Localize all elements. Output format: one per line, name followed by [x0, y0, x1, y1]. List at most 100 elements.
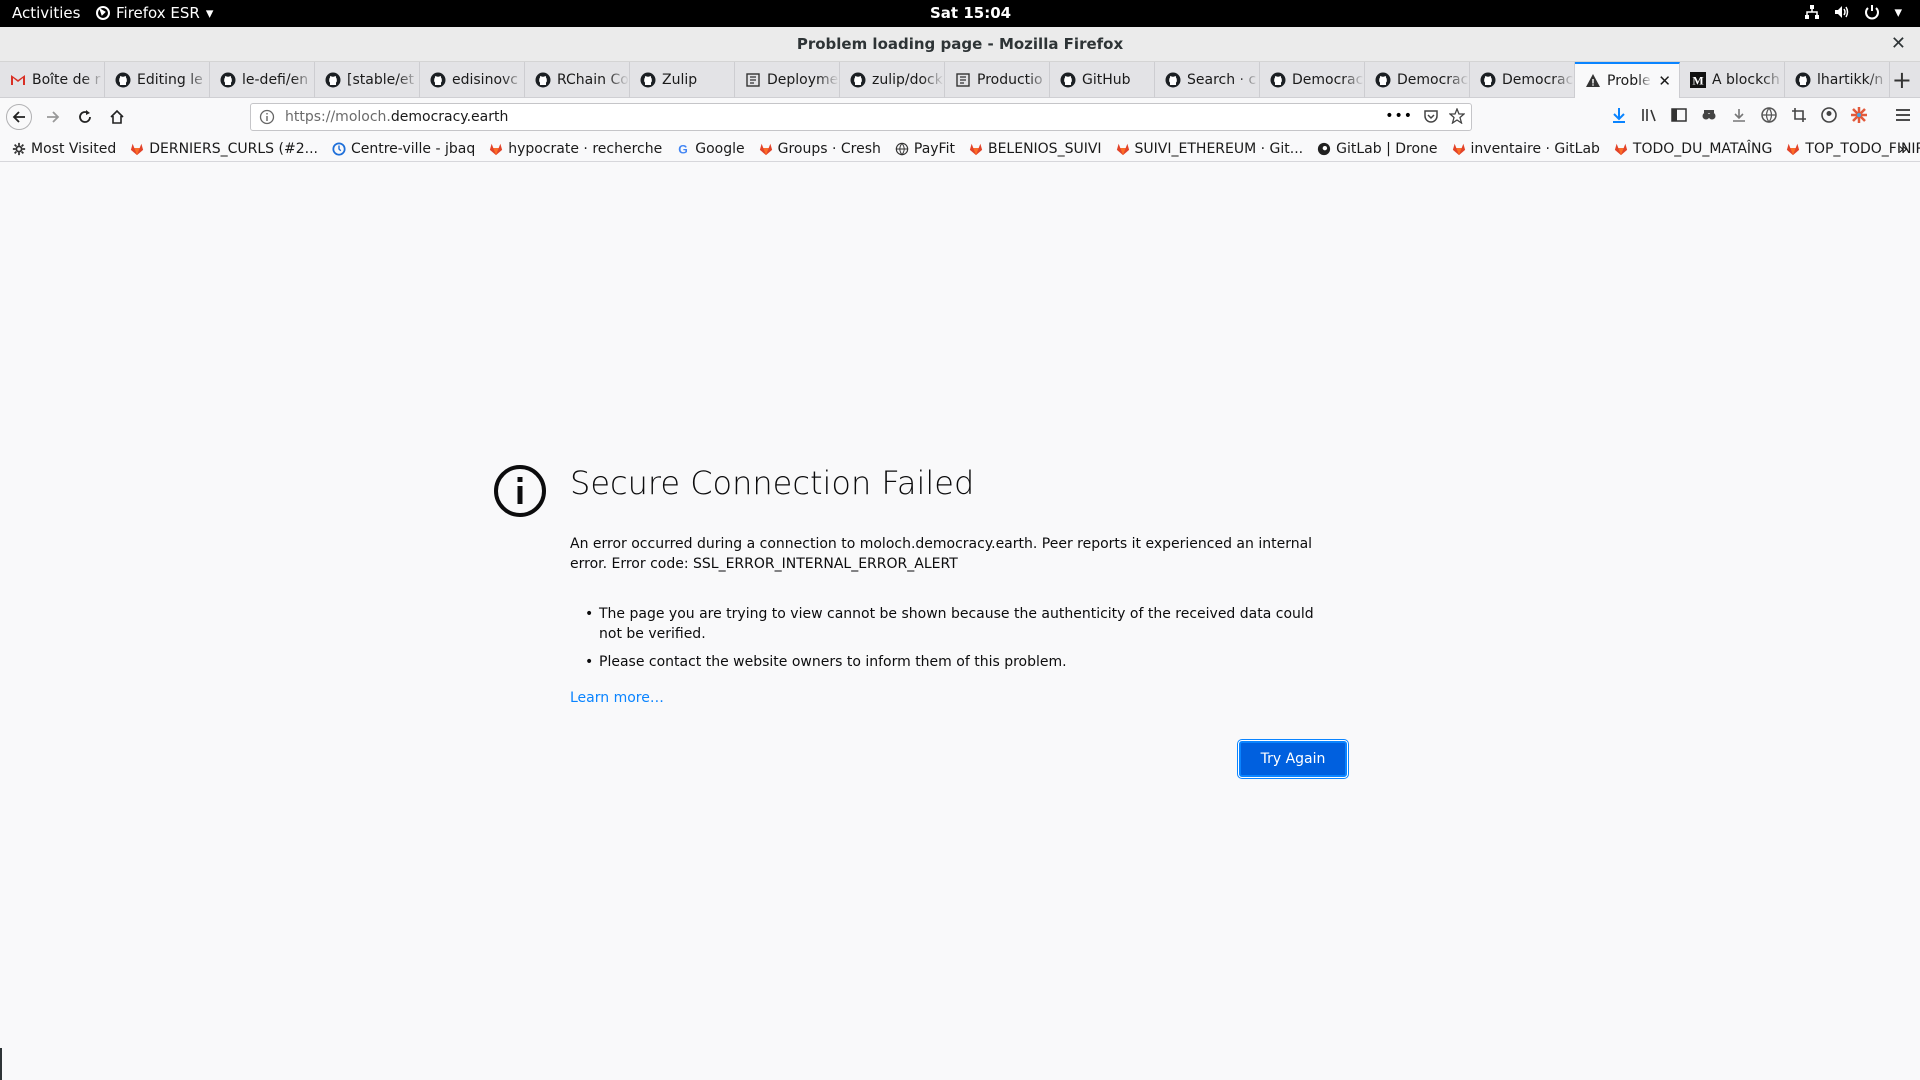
tab[interactable]: Deployme — [735, 62, 840, 98]
tab[interactable]: Democrac — [1365, 62, 1470, 98]
github-icon — [850, 72, 866, 88]
tab[interactable]: [stable/et — [315, 62, 420, 98]
app-menu-label: Firefox ESR — [116, 4, 200, 22]
error-page: Secure Connection Failed An error occurr… — [0, 162, 1920, 1080]
home-button[interactable] — [104, 104, 130, 130]
forward-button[interactable] — [40, 104, 66, 130]
clock[interactable]: Sat 15:04 — [930, 4, 1011, 22]
github-icon — [640, 72, 656, 88]
bookmark-item[interactable]: Most Visited — [12, 141, 116, 157]
bookmark-item[interactable]: TODO_DU_MATAÎNG — [1614, 141, 1772, 157]
chevron-down-icon: ▾ — [205, 4, 214, 22]
bookmark-item[interactable]: G Google — [676, 141, 744, 157]
hamburger-menu-icon[interactable] — [1894, 106, 1912, 124]
bookmark-label: DERNIERS_CURLS (#2... — [149, 140, 318, 157]
sidebar-icon[interactable] — [1670, 106, 1688, 124]
tab[interactable]: Zulip — [630, 62, 735, 98]
downloads-icon[interactable] — [1730, 106, 1748, 124]
github-icon — [1060, 72, 1076, 88]
arrow-right-icon — [47, 111, 60, 123]
tab[interactable]: Editing le — [105, 62, 210, 98]
github-icon — [1480, 72, 1496, 88]
new-tab-button[interactable]: + — [1892, 66, 1912, 94]
error-description: An error occurred during a connection to… — [570, 536, 1313, 572]
tab-label: Democrac — [1292, 72, 1364, 88]
tab[interactable]: Productio — [945, 62, 1050, 98]
learn-more-link[interactable]: Learn more… — [570, 690, 664, 706]
bookmark-item[interactable]: Groups · Cresh — [759, 141, 881, 157]
tab[interactable]: le-defi/en — [210, 62, 315, 98]
activities-button[interactable]: Activities — [12, 4, 80, 22]
url-bar[interactable]: https://moloch. democracy.earth ••• — [250, 103, 1472, 131]
tab[interactable]: Democrac — [1260, 62, 1365, 98]
tab-label: A blockch — [1712, 72, 1780, 88]
globe-icon — [895, 142, 909, 156]
reload-button[interactable] — [72, 104, 98, 130]
tab[interactable]: Boîte de r — [0, 62, 105, 98]
download-arrow-icon[interactable] — [1610, 106, 1628, 124]
extension-puzzle-icon[interactable] — [1850, 106, 1868, 124]
window-corner-edge — [0, 1048, 2, 1080]
site-info-icon[interactable] — [259, 109, 275, 125]
page-actions-icon[interactable]: ••• — [1385, 108, 1413, 124]
try-again-button[interactable]: Try Again — [1238, 740, 1348, 778]
warning-icon — [1585, 73, 1601, 89]
account-icon[interactable] — [1820, 106, 1838, 124]
tab[interactable]: Search · c — [1155, 62, 1260, 98]
tab[interactable]: edisinovc — [420, 62, 525, 98]
bookmark-item[interactable]: GitLab | Drone — [1317, 141, 1438, 157]
pocket-icon[interactable] — [1423, 108, 1439, 124]
tab[interactable]: lhartikk/n — [1785, 62, 1890, 98]
bookmarks-toolbar: Most Visited DERNIERS_CURLS (#2... Centre-… — [0, 136, 1920, 162]
window-close-button[interactable]: ✕ — [1891, 33, 1906, 54]
extension-globe-icon[interactable] — [1760, 106, 1778, 124]
github-icon — [115, 72, 131, 88]
error-details-list: The page you are trying to view cannot b… — [585, 604, 1325, 680]
tab-label: Democrac — [1502, 72, 1574, 88]
bookmark-item[interactable]: DERNIERS_CURLS (#2... — [130, 141, 318, 157]
tab[interactable]: RChain Co — [525, 62, 630, 98]
bookmark-item[interactable]: BELENIOS_SUIVI — [969, 141, 1102, 157]
gitlab-icon — [489, 142, 503, 156]
bookmark-item[interactable]: SUIVI_ETHEREUM · Git... — [1116, 140, 1304, 157]
close-tab-icon[interactable]: ✕ — [1658, 72, 1679, 90]
github-icon — [220, 72, 236, 88]
screenshot-crop-icon[interactable] — [1790, 106, 1808, 124]
bookmark-label: SUIVI_ETHEREUM · Git... — [1134, 140, 1304, 157]
home-icon — [110, 109, 124, 124]
tab-label: lhartikk/n — [1817, 72, 1884, 88]
tab-label: zulip/dock — [872, 72, 943, 88]
github-icon — [1795, 72, 1811, 88]
bookmark-item[interactable]: hypocrate · recherche — [489, 141, 662, 157]
tab-label: Productio — [977, 72, 1043, 88]
tab[interactable]: M A blockch — [1680, 62, 1785, 98]
list-item: The page you are trying to view cannot b… — [585, 604, 1325, 644]
gitlab-icon — [969, 142, 983, 156]
tab[interactable]: Democrac — [1470, 62, 1575, 98]
bookmark-star-icon[interactable] — [1449, 108, 1465, 124]
tab-label: Zulip — [662, 72, 698, 88]
extension-glasses-icon[interactable] — [1700, 106, 1718, 124]
app-menu[interactable]: Firefox ESR ▾ — [96, 4, 213, 22]
library-icon[interactable] — [1640, 106, 1658, 124]
tab-active[interactable]: Proble ✕ — [1575, 62, 1680, 98]
system-tray[interactable]: ▾ — [1804, 3, 1902, 21]
info-icon — [494, 465, 546, 517]
tab[interactable]: GitHub — [1050, 62, 1155, 98]
back-button[interactable] — [6, 104, 32, 130]
network-icon — [1805, 5, 1820, 19]
bookmarks-overflow-icon[interactable]: » — [1898, 139, 1908, 158]
tab[interactable]: zulip/dock — [840, 62, 945, 98]
navigation-toolbar: https://moloch. democracy.earth ••• — [0, 98, 1920, 136]
error-title: Secure Connection Failed — [570, 464, 975, 502]
doc-icon — [745, 72, 761, 88]
bookmark-item[interactable]: PayFit — [895, 141, 955, 157]
bookmark-item[interactable]: Centre-ville - jbaq — [332, 141, 475, 157]
tab-label: Democrac — [1397, 72, 1469, 88]
bookmark-item[interactable]: inventaire · GitLab — [1452, 141, 1600, 157]
svg-text:M: M — [1692, 74, 1703, 88]
tab-label: Search · c — [1187, 72, 1257, 88]
bookmark-label: Centre-ville - jbaq — [350, 140, 476, 157]
bookmark-label: Most Visited — [31, 140, 117, 157]
tab-label: [stable/et — [347, 72, 415, 88]
